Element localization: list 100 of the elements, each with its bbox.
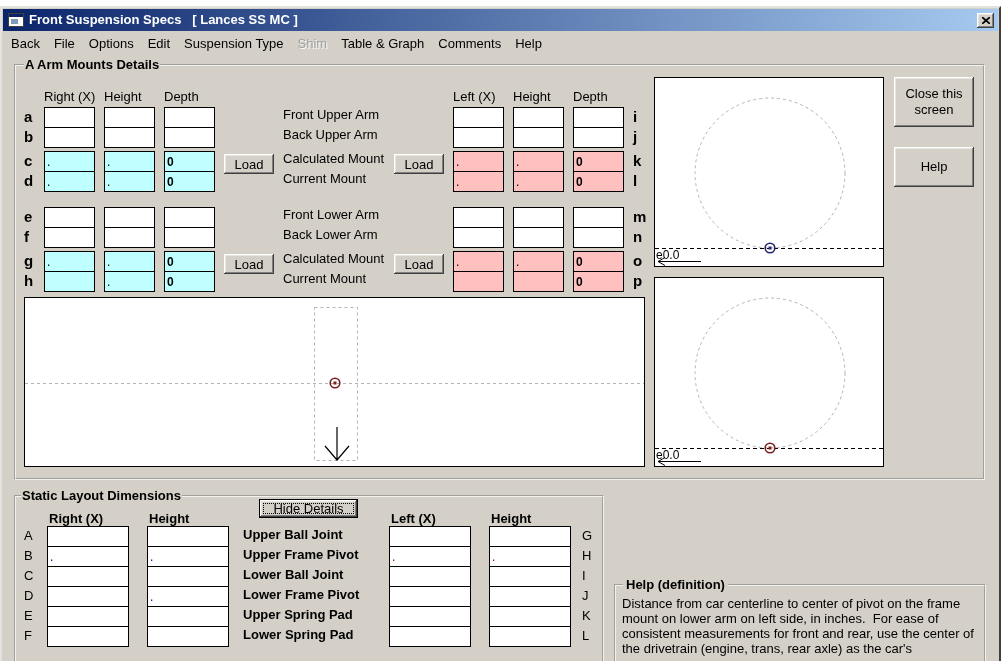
text-field[interactable] xyxy=(147,606,229,627)
text-field[interactable]: . xyxy=(147,586,229,607)
row-letter: J xyxy=(582,587,589,605)
menu-item[interactable]: Suspension Type xyxy=(177,34,291,54)
text-field[interactable] xyxy=(389,626,471,647)
text-field[interactable] xyxy=(47,566,129,587)
text-field[interactable] xyxy=(47,586,129,607)
text-field[interactable]: 0 xyxy=(573,171,624,192)
text-field[interactable] xyxy=(513,227,564,248)
text-field[interactable] xyxy=(389,606,471,627)
text-field[interactable]: . xyxy=(513,171,564,192)
text-field[interactable] xyxy=(164,207,215,228)
load-button[interactable]: Load xyxy=(224,154,274,174)
text-field[interactable]: 0 xyxy=(164,151,215,172)
text-field[interactable]: . xyxy=(513,251,564,272)
row-letter: j xyxy=(633,127,638,146)
text-field[interactable] xyxy=(147,566,229,587)
text-field[interactable]: . xyxy=(389,546,471,567)
text-field[interactable] xyxy=(573,207,624,228)
text-field[interactable]: . xyxy=(104,151,155,172)
text-field[interactable] xyxy=(573,227,624,248)
text-field[interactable]: . xyxy=(47,546,129,567)
text-field[interactable] xyxy=(104,227,155,248)
text-field[interactable]: 0 xyxy=(573,251,624,272)
text-field[interactable] xyxy=(164,227,215,248)
text-field[interactable] xyxy=(389,526,471,547)
text-field[interactable] xyxy=(453,107,504,128)
load-button[interactable]: Load xyxy=(224,254,274,274)
menu-item[interactable]: Table & Graph xyxy=(334,34,432,54)
text-field[interactable]: 0 xyxy=(573,271,624,292)
text-field[interactable] xyxy=(389,586,471,607)
text-field[interactable]: 0 xyxy=(164,271,215,292)
text-field[interactable] xyxy=(47,626,129,647)
text-field[interactable] xyxy=(47,526,129,547)
menu-item[interactable]: Back xyxy=(4,34,47,54)
close-button[interactable] xyxy=(977,12,994,28)
hide-details-button[interactable]: Hide Details xyxy=(259,499,358,518)
column-header: Left (X) xyxy=(391,511,436,526)
text-field[interactable] xyxy=(453,207,504,228)
text-field[interactable] xyxy=(513,207,564,228)
text-field[interactable] xyxy=(513,271,564,292)
text-field[interactable] xyxy=(573,107,624,128)
menu-item[interactable]: Edit xyxy=(140,34,178,54)
text-field[interactable] xyxy=(44,107,95,128)
text-field[interactable]: 0 xyxy=(164,171,215,192)
text-field[interactable] xyxy=(489,606,571,627)
text-field[interactable] xyxy=(453,271,504,292)
text-field[interactable]: . xyxy=(513,151,564,172)
row-letter: I xyxy=(582,567,586,585)
row-letter: L xyxy=(582,627,590,645)
text-field[interactable]: . xyxy=(104,251,155,272)
column-header: Depth xyxy=(573,88,608,104)
text-field[interactable] xyxy=(147,526,229,547)
text-field[interactable] xyxy=(44,227,95,248)
text-field[interactable]: 0 xyxy=(573,151,624,172)
text-field[interactable]: . xyxy=(104,171,155,192)
text-field[interactable]: 0 xyxy=(164,251,215,272)
text-field[interactable] xyxy=(47,606,129,627)
text-field[interactable] xyxy=(489,526,571,547)
text-field[interactable] xyxy=(573,127,624,148)
text-field[interactable] xyxy=(44,207,95,228)
menu-item[interactable]: Comments xyxy=(431,34,509,54)
text-field[interactable] xyxy=(453,127,504,148)
text-field[interactable]: . xyxy=(104,271,155,292)
group-title: Help (definition) xyxy=(625,577,726,593)
menu-item[interactable]: Options xyxy=(81,34,141,54)
close-icon xyxy=(981,16,990,24)
text-field[interactable]: . xyxy=(489,546,571,567)
text-field[interactable] xyxy=(104,107,155,128)
text-field[interactable] xyxy=(453,227,504,248)
close-screen-button[interactable]: Close this screen xyxy=(894,77,974,127)
text-field[interactable] xyxy=(164,127,215,148)
text-field[interactable] xyxy=(513,127,564,148)
row-letter: E xyxy=(24,607,33,625)
text-field[interactable] xyxy=(147,626,229,647)
text-field[interactable] xyxy=(389,566,471,587)
text-field[interactable] xyxy=(513,107,564,128)
text-field[interactable] xyxy=(489,586,571,607)
text-field[interactable]: . xyxy=(44,171,95,192)
menu-item[interactable]: File xyxy=(46,34,82,54)
load-button[interactable]: Load xyxy=(394,254,444,274)
text-field[interactable] xyxy=(489,626,571,647)
help-button[interactable]: Help xyxy=(894,147,974,187)
text-field[interactable]: . xyxy=(44,251,95,272)
text-field[interactable] xyxy=(164,107,215,128)
text-field[interactable] xyxy=(489,566,571,587)
row-letter: G xyxy=(582,527,593,545)
menu-item[interactable]: Help xyxy=(508,34,549,54)
load-button[interactable]: Load xyxy=(394,154,444,174)
text-field[interactable] xyxy=(104,207,155,228)
row-letter: F xyxy=(24,627,32,645)
text-field[interactable] xyxy=(44,271,95,292)
text-field[interactable] xyxy=(44,127,95,148)
text-field[interactable]: . xyxy=(453,151,504,172)
text-field[interactable]: . xyxy=(44,151,95,172)
text-field[interactable] xyxy=(104,127,155,148)
text-field[interactable]: . xyxy=(147,546,229,567)
text-field[interactable]: . xyxy=(453,251,504,272)
text-field[interactable]: . xyxy=(453,171,504,192)
row-letter: d xyxy=(24,171,34,190)
